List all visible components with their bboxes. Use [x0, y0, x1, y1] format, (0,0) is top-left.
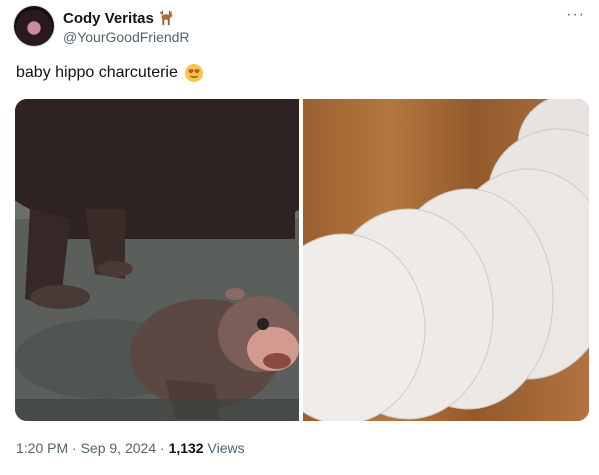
- tweet-meta: 1:20 PM · Sep 9, 2024 · 1,132 Views: [16, 440, 245, 456]
- bologna-slices-photo[interactable]: [303, 99, 589, 421]
- heart-eyes-emoji-icon: [184, 64, 203, 82]
- avatar[interactable]: [14, 6, 54, 46]
- display-name[interactable]: Cody Veritas: [63, 10, 154, 27]
- views-label: Views: [207, 440, 245, 456]
- views-count: 1,132: [168, 440, 204, 456]
- tweet-time[interactable]: 1:20 PM: [16, 440, 68, 456]
- tweet-date[interactable]: Sep 9, 2024: [81, 440, 157, 456]
- meta-separator: ·: [160, 440, 165, 456]
- handle[interactable]: @YourGoodFriendR: [63, 29, 190, 45]
- meta-separator: ·: [72, 440, 77, 456]
- baby-hippo-photo[interactable]: [15, 99, 299, 421]
- tweet-text-content: baby hippo charcuterie: [16, 64, 178, 81]
- deer-emoji-icon: [159, 10, 173, 26]
- more-options-icon[interactable]: ···: [566, 6, 585, 24]
- media-grid[interactable]: [15, 99, 589, 421]
- author-name-row: Cody Veritas: [63, 9, 175, 27]
- tweet-text: baby hippo charcuterie: [16, 63, 204, 83]
